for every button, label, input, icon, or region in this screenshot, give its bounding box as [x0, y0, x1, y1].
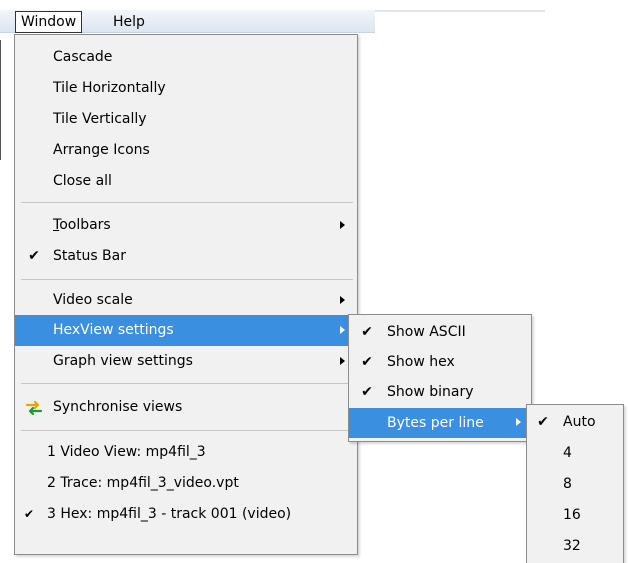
menu-item-tile-vertically[interactable]: Tile Vertically [15, 104, 357, 135]
menu-separator [21, 279, 353, 280]
hexview-settings-submenu: ✔ Show ASCII ✔ Show hex ✔ Show binary By… [348, 314, 532, 442]
menu-item-arrange-icons[interactable]: Arrange Icons [15, 135, 357, 166]
menu-item-window-3[interactable]: ✔ 3 Hex: mp4fil_3 - track 001 (video) [15, 499, 357, 530]
menu-item-tile-horizontally[interactable]: Tile Horizontally [15, 73, 357, 104]
menu-item-label: Toolbars [53, 217, 111, 233]
menu-item-label: 16 [563, 507, 581, 523]
menu-item-label: Video scale [53, 292, 133, 308]
menu-separator [21, 430, 353, 431]
menu-item-label: Show ASCII [387, 324, 466, 340]
checkmark-icon: ✔ [361, 324, 373, 340]
menu-item-close-all[interactable]: Close all [15, 166, 357, 197]
menu-item-window-2[interactable]: 2 Trace: mp4fil_3_video.vpt [15, 468, 357, 499]
menu-item-label: 8 [563, 476, 572, 492]
submenu-arrow-icon [340, 357, 345, 365]
checkmark-icon: ✔ [537, 414, 549, 430]
menu-separator [21, 202, 353, 203]
menu-item-video-scale[interactable]: Video scale [15, 285, 357, 316]
menu-item-label: Auto [563, 414, 596, 430]
menu-item-synchronise-views[interactable]: Synchronise views [15, 392, 357, 423]
menu-item-label: Graph view settings [53, 353, 193, 369]
menu-item-label: Show binary [387, 384, 474, 400]
menu-item-show-ascii[interactable]: ✔ Show ASCII [349, 317, 531, 347]
submenu-arrow-icon [340, 221, 345, 229]
menu-item-graph-view-settings[interactable]: Graph view settings [15, 346, 357, 377]
menu-item-label: Synchronise views [53, 399, 183, 415]
menu-item-label: 32 [563, 538, 581, 554]
menu-item-bytes-8[interactable]: 8 [527, 469, 623, 500]
submenu-arrow-icon [516, 418, 521, 426]
menu-item-show-hex[interactable]: ✔ Show hex [349, 347, 531, 377]
menu-item-label: Arrange Icons [53, 142, 150, 158]
synchronise-icon [25, 400, 43, 416]
menu-item-label: Status Bar [53, 248, 127, 264]
checkmark-icon: ✔ [361, 384, 373, 400]
menu-item-bytes-4[interactable]: 4 [527, 438, 623, 469]
checkmark-icon: ✔ [28, 248, 40, 264]
menu-item-label: Tile Vertically [53, 111, 147, 127]
submenu-arrow-icon [340, 296, 345, 304]
menubar-background [375, 10, 545, 12]
menu-item-hexview-settings[interactable]: HexView settings [15, 315, 357, 346]
submenu-arrow-icon [340, 326, 345, 334]
menu-window[interactable]: Window [15, 11, 83, 33]
checkmark-icon: ✔ [361, 354, 373, 370]
window-menu: Cascade Tile Horizontally Tile Verticall… [14, 34, 358, 555]
menu-item-label: Close all [53, 173, 112, 189]
menu-item-status-bar[interactable]: ✔ Status Bar [15, 241, 357, 272]
menu-item-label: 4 [563, 445, 572, 461]
menu-item-window-1[interactable]: 1 Video View: mp4fil_3 [15, 437, 357, 468]
background-window-edge [0, 40, 1, 160]
menu-item-label: Tile Horizontally [53, 80, 166, 96]
menu-item-label: Bytes per line [387, 415, 484, 431]
menu-item-label: HexView settings [53, 322, 174, 338]
menu-item-show-binary[interactable]: ✔ Show binary [349, 377, 531, 407]
menu-item-label: 2 Trace: mp4fil_3_video.vpt [47, 475, 239, 491]
bytes-per-line-submenu: ✔ Auto 4 8 16 32 [526, 404, 624, 563]
menu-item-bytes-per-line[interactable]: Bytes per line [349, 408, 531, 438]
menu-item-label: 3 Hex: mp4fil_3 - track 001 (video) [47, 506, 292, 522]
menu-item-bytes-16[interactable]: 16 [527, 500, 623, 531]
menu-item-label: Show hex [387, 354, 455, 370]
menu-item-label: Cascade [53, 49, 113, 65]
menu-separator [21, 383, 353, 384]
menu-item-bytes-32[interactable]: 32 [527, 531, 623, 562]
menu-item-cascade[interactable]: Cascade [15, 42, 357, 73]
menubar: Window Help [0, 0, 628, 34]
checkmark-icon: ✔ [23, 507, 35, 521]
menu-help[interactable]: Help [108, 11, 150, 33]
menu-item-label: 1 Video View: mp4fil_3 [47, 444, 206, 460]
menu-item-bytes-auto[interactable]: ✔ Auto [527, 407, 623, 438]
menu-item-toolbars[interactable]: Toolbars [15, 210, 357, 241]
